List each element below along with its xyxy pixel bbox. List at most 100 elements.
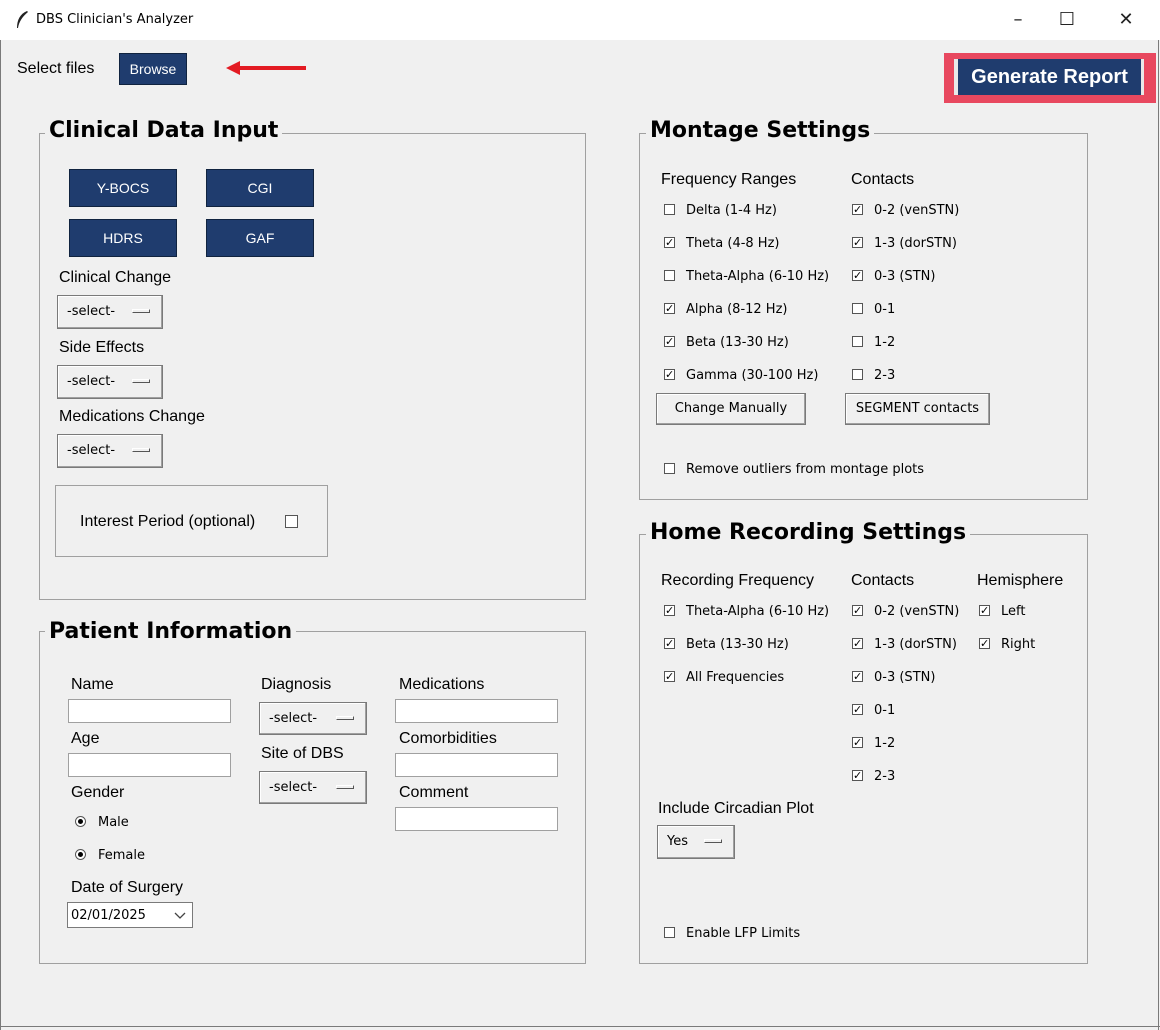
- home-frequency-checkbox[interactable]: ✓: [664, 671, 675, 682]
- montage-frequency-checkbox[interactable]: [664, 204, 675, 215]
- hemisphere-checkbox[interactable]: ✓: [979, 605, 990, 616]
- generate-report-button[interactable]: Generate Report: [954, 59, 1144, 95]
- medications-change-label: Medications Change: [59, 408, 205, 425]
- medications-change-value: -select-: [67, 443, 116, 458]
- remove-outliers-checkbox[interactable]: [664, 463, 675, 474]
- change-manually-button[interactable]: Change Manually: [656, 393, 806, 425]
- window-title: DBS Clinician's Analyzer: [36, 12, 194, 27]
- lfp-limits-checkbox[interactable]: [664, 927, 675, 938]
- home-contact-checkbox[interactable]: ✓: [852, 704, 863, 715]
- window-border-bottom: [0, 1026, 1160, 1027]
- montage-contacts-header: Contacts: [851, 171, 915, 188]
- segment-contacts-button[interactable]: SEGMENT contacts: [845, 393, 990, 425]
- gender-label: Gender: [71, 784, 125, 801]
- interest-period-label: Interest Period (optional): [80, 513, 256, 530]
- home-frequency-checkbox[interactable]: ✓: [664, 638, 675, 649]
- home-contact-label: 0-3 (STN): [874, 670, 936, 685]
- home-contact-label: 1-2: [874, 736, 896, 751]
- side-effects-select[interactable]: -select-: [57, 365, 163, 399]
- age-input[interactable]: [68, 753, 231, 777]
- chevron-down-icon: [174, 912, 186, 919]
- clinical-change-select[interactable]: -select-: [57, 295, 163, 329]
- hdrs-button[interactable]: HDRS: [69, 219, 177, 257]
- montage-contact-checkbox[interactable]: [852, 303, 863, 314]
- comment-label: Comment: [399, 784, 469, 801]
- montage-contact-checkbox[interactable]: ✓: [852, 204, 863, 215]
- home-contacts-header: Contacts: [851, 572, 915, 589]
- comment-input[interactable]: [395, 807, 558, 831]
- date-of-surgery-picker[interactable]: 02/01/2025: [67, 902, 193, 928]
- hemisphere-label: Left: [1001, 604, 1026, 619]
- diagnosis-select[interactable]: -select-: [259, 702, 367, 735]
- site-of-dbs-select[interactable]: -select-: [259, 771, 367, 804]
- montage-frequency-label: Theta (4-8 Hz): [686, 236, 780, 251]
- dropdown-indicator-icon: [704, 839, 722, 843]
- interest-period-checkbox[interactable]: [285, 515, 298, 528]
- hemisphere-header: Hemisphere: [977, 572, 1064, 589]
- male-radio[interactable]: [75, 816, 86, 827]
- montage-contact-checkbox[interactable]: ✓: [852, 270, 863, 281]
- age-label: Age: [71, 730, 100, 747]
- home-recording-group: [639, 534, 1088, 964]
- home-frequency-checkbox[interactable]: ✓: [664, 605, 675, 616]
- remove-outliers-label: Remove outliers from montage plots: [686, 462, 925, 477]
- dropdown-indicator-icon: [336, 716, 354, 720]
- montage-contact-label: 0-3 (STN): [874, 269, 936, 284]
- male-label: Male: [98, 815, 129, 830]
- home-contact-label: 1-3 (dorSTN): [874, 637, 957, 652]
- home-frequency-label: All Frequencies: [686, 670, 785, 685]
- site-of-dbs-value: -select-: [269, 780, 318, 795]
- montage-frequency-checkbox[interactable]: ✓: [664, 336, 675, 347]
- cgi-button[interactable]: CGI: [206, 169, 314, 207]
- montage-contact-checkbox[interactable]: [852, 336, 863, 347]
- home-recording-title: Home Recording Settings: [646, 520, 971, 545]
- medications-input[interactable]: [395, 699, 558, 723]
- ybocs-button[interactable]: Y-BOCS: [69, 169, 177, 207]
- home-contact-checkbox[interactable]: ✓: [852, 770, 863, 781]
- female-radio[interactable]: [75, 849, 86, 860]
- montage-contact-label: 0-2 (venSTN): [874, 203, 960, 218]
- home-contact-checkbox[interactable]: ✓: [852, 737, 863, 748]
- montage-contact-checkbox[interactable]: ✓: [852, 237, 863, 248]
- clinical-change-label: Clinical Change: [59, 269, 172, 286]
- comorbidities-input[interactable]: [395, 753, 558, 777]
- montage-frequency-label: Alpha (8-12 Hz): [686, 302, 788, 317]
- home-contact-label: 0-1: [874, 703, 896, 718]
- site-of-dbs-label: Site of DBS: [261, 745, 344, 762]
- home-contact-checkbox[interactable]: ✓: [852, 605, 863, 616]
- dropdown-indicator-icon: [132, 379, 150, 383]
- montage-frequency-label: Gamma (30-100 Hz): [686, 368, 819, 383]
- gaf-button[interactable]: GAF: [206, 219, 314, 257]
- montage-frequency-checkbox[interactable]: ✓: [664, 237, 675, 248]
- minimize-button[interactable]: –: [998, 6, 1038, 34]
- patient-info-title: Patient Information: [45, 619, 297, 644]
- hemisphere-label: Right: [1001, 637, 1036, 652]
- montage-frequency-checkbox[interactable]: [664, 270, 675, 281]
- clinical-data-title: Clinical Data Input: [45, 118, 283, 143]
- home-contact-checkbox[interactable]: ✓: [852, 638, 863, 649]
- browse-button[interactable]: Browse: [119, 53, 187, 85]
- montage-frequency-label: Delta (1-4 Hz): [686, 203, 777, 218]
- montage-contact-checkbox[interactable]: [852, 369, 863, 380]
- close-button[interactable]: ✕: [1106, 6, 1146, 34]
- circadian-plot-select[interactable]: Yes: [657, 825, 735, 859]
- name-input[interactable]: [68, 699, 231, 723]
- home-frequency-label: Theta-Alpha (6-10 Hz): [686, 604, 830, 619]
- montage-frequency-checkbox[interactable]: ✓: [664, 303, 675, 314]
- montage-settings-title: Montage Settings: [646, 118, 875, 143]
- home-contact-checkbox[interactable]: ✓: [852, 671, 863, 682]
- arrow-left-icon: [226, 61, 306, 75]
- maximize-button[interactable]: ☐: [1047, 6, 1087, 34]
- dropdown-indicator-icon: [132, 309, 150, 313]
- medications-change-select[interactable]: -select-: [57, 434, 163, 468]
- window-border-left: [0, 40, 1, 1030]
- comorbidities-label: Comorbidities: [399, 730, 497, 747]
- hemisphere-checkbox[interactable]: ✓: [979, 638, 990, 649]
- feather-app-icon: [17, 11, 28, 28]
- montage-frequency-checkbox[interactable]: ✓: [664, 369, 675, 380]
- circadian-plot-label: Include Circadian Plot: [658, 800, 814, 817]
- montage-contact-label: 1-3 (dorSTN): [874, 236, 957, 251]
- home-contact-label: 2-3: [874, 769, 896, 784]
- side-effects-label: Side Effects: [59, 339, 145, 356]
- diagnosis-value: -select-: [269, 711, 318, 726]
